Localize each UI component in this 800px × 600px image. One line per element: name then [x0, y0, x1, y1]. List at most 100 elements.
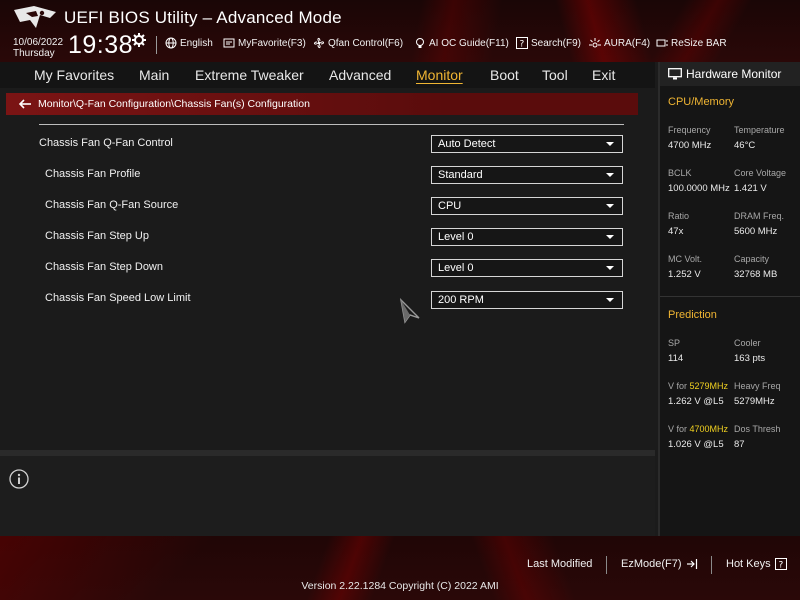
ratio-value: 47x: [668, 226, 684, 237]
prediction-divider: [660, 296, 800, 297]
capacity-label: Capacity: [734, 254, 770, 264]
aura-label: AURA(F4): [604, 37, 651, 49]
qfan-control-select[interactable]: Auto Detect: [431, 135, 623, 153]
qfan-source-select[interactable]: CPU: [431, 197, 623, 215]
sp-label: SP: [668, 338, 681, 348]
breadcrumb: Monitor\Q-Fan Configuration\Chassis Fan(…: [6, 93, 638, 115]
tab-exit[interactable]: Exit: [592, 67, 615, 83]
chevron-down-icon: [606, 266, 614, 270]
speed-low-limit-value: 200 RPM: [438, 294, 484, 306]
step-up-value: Level 0: [438, 231, 474, 243]
header-divider: [156, 36, 157, 54]
back-arrow-icon[interactable]: [18, 97, 32, 111]
exit-arrow-icon: [686, 559, 697, 569]
chevron-down-icon: [606, 235, 614, 239]
aura-icon: [589, 38, 601, 48]
setting-label-qfan-control: Chassis Fan Q-Fan Control: [39, 137, 173, 149]
qfan-control-value: Auto Detect: [438, 138, 496, 150]
cpu-memory-heading: CPU/Memory: [668, 96, 735, 108]
info-icon: [9, 469, 29, 489]
setting-label-qfan-source: Chassis Fan Q-Fan Source: [45, 199, 179, 211]
tab-extreme-tweaker[interactable]: Extreme Tweaker: [195, 67, 304, 83]
date-display: 10/06/2022: [13, 37, 64, 48]
tab-my-favorites[interactable]: My Favorites: [34, 67, 114, 83]
temperature-label: Temperature: [734, 125, 785, 135]
setting-label-fan-profile: Chassis Fan Profile: [45, 168, 141, 180]
last-modified-button[interactable]: Last Modified: [527, 558, 592, 570]
core-voltage-label: Core Voltage: [734, 168, 787, 178]
step-up-select[interactable]: Level 0: [431, 228, 623, 246]
aura-button[interactable]: AURA(F4): [589, 37, 650, 49]
temperature-value: 46°C: [734, 140, 756, 151]
qfan-source-value: CPU: [438, 200, 462, 212]
speed-low-limit-select[interactable]: 200 RPM: [431, 291, 623, 309]
resize-bar-label: ReSize BAR: [671, 37, 727, 49]
lightbulb-icon: [416, 38, 424, 48]
svg-text:?: ?: [778, 561, 783, 571]
cooler-label: Cooler: [734, 338, 761, 348]
tab-main[interactable]: Main: [139, 67, 169, 83]
ezmode-button[interactable]: EzMode(F7): [621, 558, 698, 570]
v-for-high-prefix: V for: [668, 381, 690, 391]
fan-profile-value: Standard: [438, 169, 483, 181]
tab-boot[interactable]: Boot: [490, 67, 519, 83]
bclk-value: 100.0000 MHz: [668, 183, 730, 194]
capacity-value: 32768 MB: [734, 269, 778, 280]
clock-display: 19:38: [68, 31, 134, 59]
language-button[interactable]: English: [165, 37, 213, 49]
tab-tool[interactable]: Tool: [542, 67, 568, 83]
dos-thresh-value: 87: [734, 439, 745, 450]
help-icon: ?: [774, 558, 787, 571]
ratio-label: Ratio: [668, 211, 690, 221]
favorite-icon: [223, 38, 235, 48]
ai-oc-guide-button[interactable]: AI OC Guide(F11): [414, 37, 509, 49]
rog-logo-icon: [14, 6, 56, 28]
search-button[interactable]: ? Search(F9): [516, 37, 581, 49]
search-label: Search(F9): [531, 37, 582, 49]
hot-keys-button[interactable]: Hot Keys ?: [726, 558, 787, 570]
setting-label-speed-low-limit: Chassis Fan Speed Low Limit: [45, 292, 191, 304]
hardware-monitor-header: Hardware Monitor: [660, 62, 800, 86]
tab-monitor[interactable]: Monitor: [416, 67, 463, 83]
v-for-high-value: 1.262 V @L5: [668, 396, 724, 407]
copyright-text: Version 2.22.1284 Copyright (C) 2022 AMI: [301, 580, 499, 592]
mc-volt-value: 1.252 V: [668, 269, 701, 280]
mouse-cursor-icon: [399, 298, 420, 324]
footer-divider: [606, 556, 607, 574]
v-for-low-value: 1.026 V @L5: [668, 439, 724, 450]
prediction-heading: Prediction: [668, 309, 717, 321]
mc-volt-label: MC Volt.: [668, 254, 703, 264]
v-for-low-prefix: V for: [668, 424, 690, 434]
chevron-down-icon: [606, 142, 614, 146]
globe-icon: [165, 37, 177, 49]
frequency-label: Frequency: [668, 125, 711, 135]
fan-profile-select[interactable]: Standard: [431, 166, 623, 184]
footer-bar: Last Modified EzMode(F7) Hot Keys ? Vers…: [0, 536, 800, 600]
fan-icon: [314, 38, 324, 48]
setting-label-step-down: Chassis Fan Step Down: [45, 261, 163, 273]
main-nav: My Favorites Main Extreme Tweaker Advanc…: [0, 62, 655, 88]
monitor-icon: [668, 68, 682, 80]
resize-bar-button[interactable]: ReSize BAR: [656, 37, 727, 49]
header-bar: UEFI BIOS Utility – Advanced Mode 10/06/…: [0, 0, 800, 62]
chevron-down-icon: [606, 298, 614, 302]
ai-oc-guide-label: AI OC Guide(F11): [429, 37, 509, 49]
step-down-select[interactable]: Level 0: [431, 259, 623, 277]
cooler-value: 163 pts: [734, 353, 766, 364]
qfan-control-button[interactable]: Qfan Control(F6): [313, 37, 403, 49]
day-display: Thursday: [13, 48, 55, 59]
app-title: UEFI BIOS Utility – Advanced Mode: [64, 8, 342, 27]
v-for-low-label: V for 4700MHz: [668, 424, 728, 434]
myfavorite-button[interactable]: MyFavorite(F3): [223, 37, 306, 49]
settings-panel: Chassis Fan Q-Fan Control Auto Detect Ch…: [0, 115, 655, 450]
help-search-icon: ?: [516, 37, 528, 49]
heavy-freq-value: 5279MHz: [734, 396, 775, 407]
resize-bar-icon: [656, 39, 668, 47]
chevron-down-icon: [606, 173, 614, 177]
svg-text:?: ?: [520, 40, 525, 50]
gear-icon[interactable]: [132, 33, 146, 47]
v-for-high-freq: 5279MHz: [689, 381, 729, 391]
help-panel: [0, 456, 655, 536]
tab-advanced[interactable]: Advanced: [329, 67, 391, 83]
footer-divider: [711, 556, 712, 574]
